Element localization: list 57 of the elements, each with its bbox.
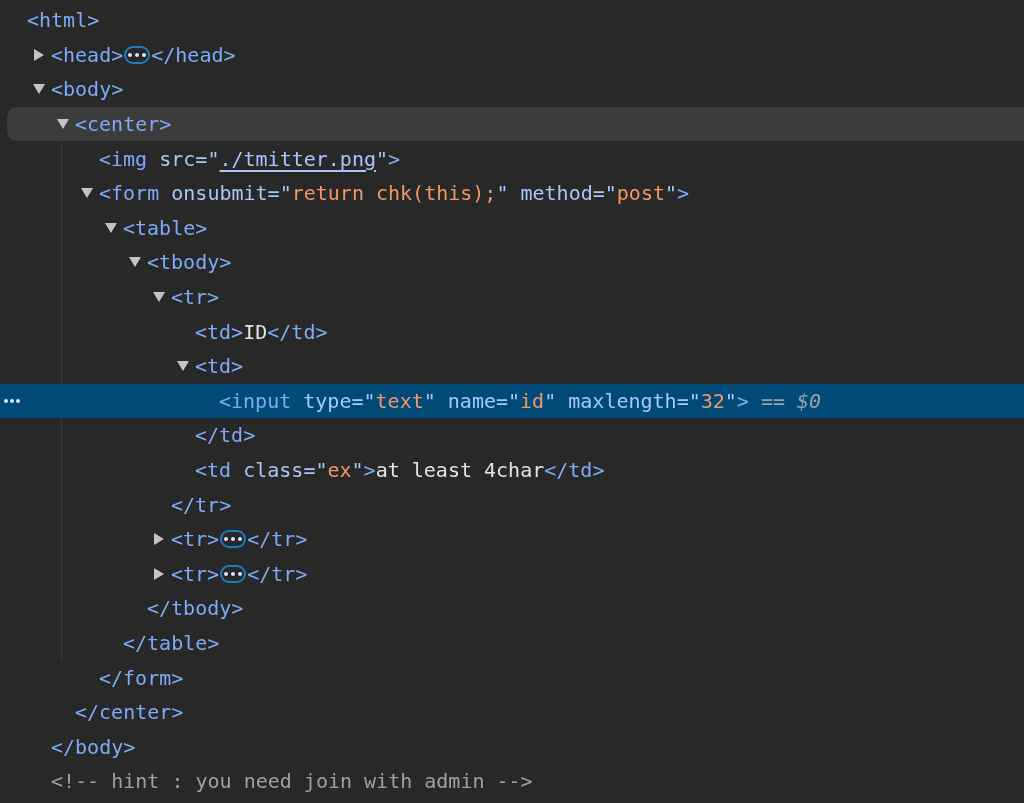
node-row[interactable]: <td>: [0, 348, 1024, 384]
node-row[interactable]: <head> </head>: [0, 37, 1024, 73]
element-markup: </tr>: [247, 526, 308, 554]
element-markup: <head>: [51, 41, 124, 69]
collapse-triangle-icon[interactable]: [177, 360, 189, 373]
node-row[interactable]: <img src="./tmitter.png">: [0, 141, 1024, 176]
element-markup: <tr>: [171, 526, 220, 554]
expand-triangle-icon[interactable]: [33, 48, 45, 61]
element-markup: <td>ID</td>: [195, 318, 328, 346]
node-row[interactable]: <td>ID</td>: [0, 314, 1024, 349]
node-row[interactable]: <body>: [0, 72, 1024, 107]
element-markup: <center>: [75, 111, 172, 139]
element-markup: </body>: [51, 733, 136, 761]
element-markup: <td class="ex">at least 4char</td>: [195, 457, 605, 484]
node-row[interactable]: <center>: [7, 106, 1024, 142]
element-markup: </head>: [151, 41, 236, 69]
element-markup: <td>: [195, 353, 244, 381]
collapse-triangle-icon[interactable]: [33, 83, 45, 96]
ellipsis-button[interactable]: [220, 530, 247, 549]
ellipsis-button[interactable]: [124, 45, 151, 64]
element-markup: </tbody>: [147, 595, 244, 623]
node-row[interactable]: <tbody>: [0, 245, 1024, 280]
element-markup: <input type="text" name="id" maxlength="32"> == $0: [219, 387, 822, 415]
collapse-triangle-icon[interactable]: [105, 221, 117, 234]
collapse-triangle-icon[interactable]: [129, 256, 141, 269]
more-icon[interactable]: [4, 398, 20, 403]
node-row[interactable]: <td class="ex">at least 4char</td>: [0, 452, 1024, 488]
node-row[interactable]: <html>: [0, 3, 1024, 38]
expand-triangle-icon[interactable]: [153, 533, 165, 546]
element-markup: </table>: [123, 630, 220, 657]
element-markup: <body>: [51, 76, 124, 104]
element-markup: <!-- hint : you need join with admin -->: [51, 768, 533, 796]
element-markup: </form>: [99, 664, 184, 692]
collapse-triangle-icon[interactable]: [57, 118, 69, 131]
collapse-triangle-icon[interactable]: [81, 187, 93, 200]
ellipsis-button[interactable]: [220, 564, 247, 583]
element-markup: </tr>: [171, 491, 232, 519]
expand-triangle-icon[interactable]: [153, 567, 165, 580]
node-row[interactable]: <input type="text" name="id" maxlength="32"> == $0: [0, 383, 1024, 419]
node-row[interactable]: <!-- hint : you need join with admin -->: [0, 764, 1024, 799]
element-markup: <tbody>: [147, 249, 232, 277]
element-markup: <tr>: [171, 560, 220, 588]
link[interactable]: ./tmitter.png: [219, 146, 376, 171]
node-row[interactable]: <tr> </tr>: [0, 556, 1024, 592]
element-markup: </center>: [75, 699, 184, 727]
node-row[interactable]: <tr> </tr>: [0, 521, 1024, 557]
element-markup: <form onsubmit="return chk(this);" method="post">: [99, 180, 690, 208]
element-markup: <table>: [123, 214, 208, 242]
node-row[interactable]: <form onsubmit="return chk(this);" method="post">: [0, 175, 1024, 211]
element-markup: <img src="./tmitter.png">: [99, 145, 401, 173]
element-markup: </td>: [195, 422, 256, 450]
element-markup: <tr>: [171, 284, 220, 312]
node-row[interactable]: <table>: [0, 210, 1024, 246]
node-row[interactable]: <tr>: [0, 279, 1024, 315]
collapse-triangle-icon[interactable]: [153, 291, 165, 304]
element-markup: </tr>: [247, 560, 308, 588]
element-markup: <html>: [27, 7, 100, 35]
